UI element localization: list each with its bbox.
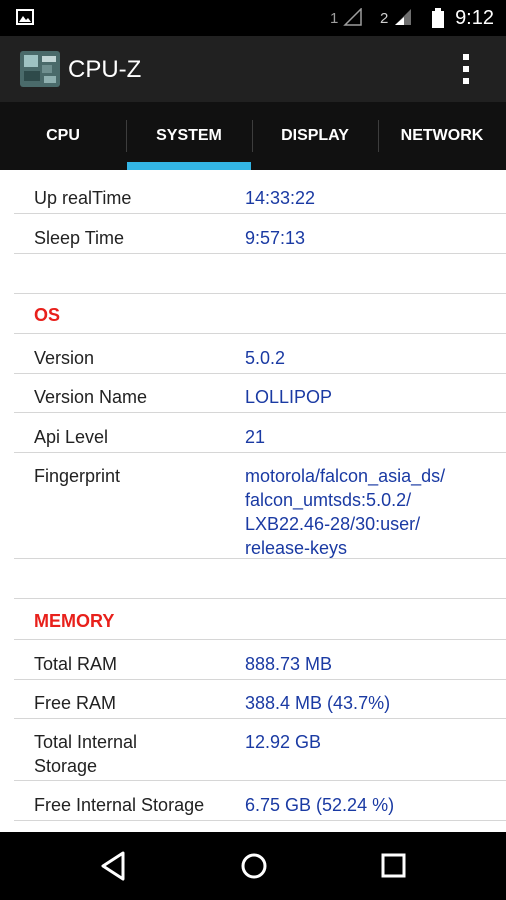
- list-row-fingerprint: Fingerprint motorola/falcon_asia_ds/ fal…: [14, 452, 506, 559]
- list-row-total-internal-storage: Total Internal Storage 12.92 GB: [14, 718, 506, 781]
- list-row-total-ram: Total RAM 888.73 MB: [14, 640, 506, 680]
- section-header-os: OS: [14, 293, 506, 334]
- row-value: motorola/falcon_asia_ds/ falcon_umtsds:5…: [245, 466, 446, 558]
- back-icon[interactable]: [99, 850, 127, 882]
- overflow-menu-icon[interactable]: [456, 52, 476, 86]
- row-label: Sleep Time: [34, 228, 125, 248]
- row-label: Free Internal Storage: [34, 795, 205, 815]
- cpu-z-logo-icon: [20, 51, 60, 87]
- tab-network[interactable]: NETWORK: [378, 102, 506, 170]
- sim1-signal-indicator: 1: [330, 7, 363, 27]
- image-notification-icon: [16, 9, 34, 25]
- section-header-memory: MEMORY: [14, 599, 506, 640]
- app-bar: CPU-Z: [0, 36, 506, 102]
- sim2-signal-icon: [394, 9, 411, 25]
- spacer-row: [14, 559, 506, 599]
- list-row-uptime: Up realTime 14:33:22: [14, 174, 506, 214]
- row-value: 14:33:22: [245, 188, 316, 208]
- list-row-free-ram: Free RAM 388.4 MB (43.7%): [14, 679, 506, 719]
- sim1-label: 1: [330, 10, 339, 27]
- row-value: 9:57:13: [245, 228, 306, 248]
- list-row-free-internal-storage: Free Internal Storage 6.75 GB (52.24 %): [14, 781, 506, 821]
- recent-apps-icon[interactable]: [380, 850, 408, 882]
- row-label: Fingerprint: [34, 466, 121, 486]
- list-row-sleep-time: Sleep Time 9:57:13: [14, 214, 506, 254]
- list-row-api-level: Api Level 21: [14, 413, 506, 453]
- row-label: Api Level: [34, 427, 109, 447]
- home-icon[interactable]: [238, 850, 270, 882]
- battery-icon: [432, 8, 444, 28]
- row-label: Free RAM: [34, 693, 117, 713]
- tab-display[interactable]: DISPLAY: [252, 102, 378, 170]
- row-value: 388.4 MB (43.7%): [245, 693, 391, 713]
- sim2-signal-indicator: 2: [380, 8, 413, 27]
- row-label: Total RAM: [34, 654, 118, 674]
- tab-system[interactable]: SYSTEM: [126, 102, 252, 170]
- section-title: OS: [34, 305, 61, 325]
- section-title: MEMORY: [34, 611, 115, 631]
- row-label: Up realTime: [34, 188, 132, 208]
- row-label: Version: [34, 348, 95, 368]
- row-value: 21: [245, 427, 266, 447]
- status-bar: 1 2 9:12: [0, 0, 506, 36]
- active-tab-indicator: [127, 162, 251, 170]
- row-value: 888.73 MB: [245, 654, 333, 674]
- list-row-version-name: Version Name LOLLIPOP: [14, 373, 506, 413]
- row-value: LOLLIPOP: [245, 387, 333, 407]
- navigation-bar: [0, 832, 506, 900]
- sim1-signal-icon: [342, 7, 362, 26]
- list-row-version: Version 5.0.2: [14, 334, 506, 374]
- row-value: 12.92 GB: [245, 732, 322, 752]
- app-title: CPU-Z: [68, 56, 142, 83]
- row-value: 5.0.2: [245, 348, 286, 368]
- tab-cpu[interactable]: CPU: [0, 102, 126, 170]
- system-info-list[interactable]: Up realTime 14:33:22 Sleep Time 9:57:13 …: [0, 170, 506, 832]
- tab-bar: CPU SYSTEM DISPLAY NETWORK: [0, 102, 506, 170]
- sim2-label: 2: [380, 10, 389, 27]
- row-label: Version Name: [34, 387, 148, 407]
- row-label: Total Internal Storage: [34, 732, 138, 776]
- spacer-row: [14, 254, 506, 294]
- status-time: 9:12: [455, 7, 494, 29]
- row-value: 6.75 GB (52.24 %): [245, 795, 395, 815]
